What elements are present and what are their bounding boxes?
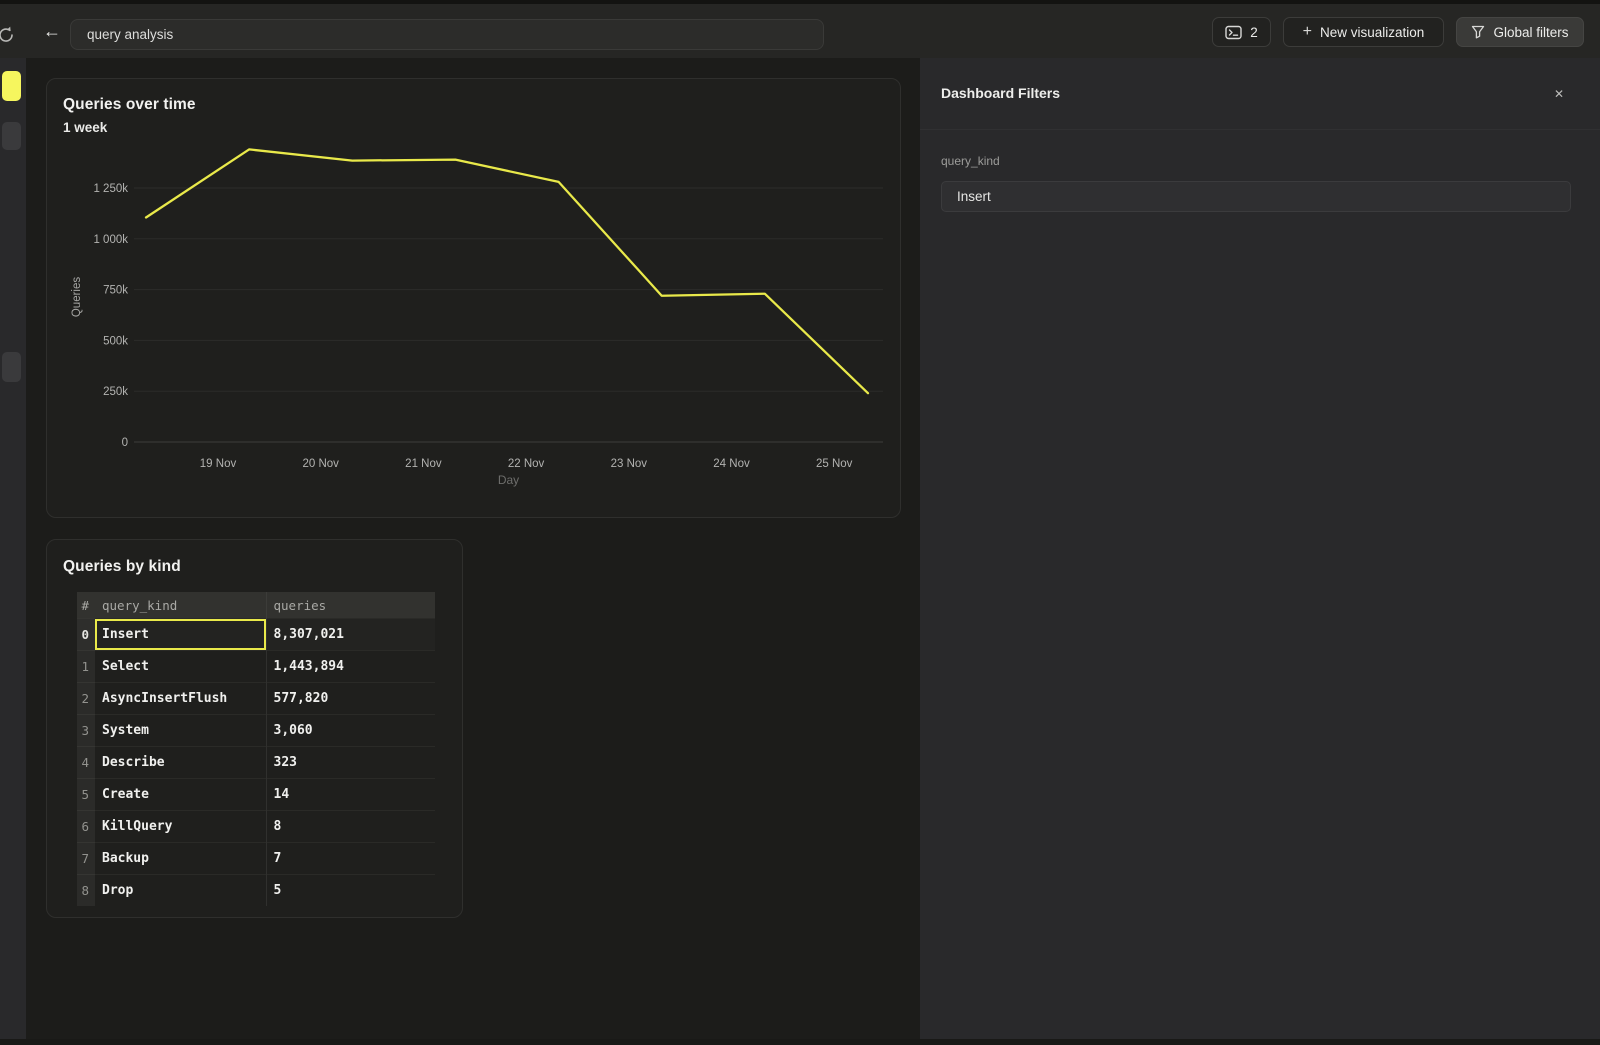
- app-window: ← 2 + New visualization Global filters: [0, 0, 1600, 1045]
- console-icon: [1225, 25, 1242, 40]
- x-axis-tick-label: 21 Nov: [405, 458, 442, 470]
- back-button[interactable]: ←: [40, 19, 64, 43]
- column-header-query-kind[interactable]: query_kind: [95, 592, 266, 619]
- table-row: 5Create14: [77, 779, 435, 811]
- queries-by-kind-table: # query_kind queries 0Insert8,307,0211Se…: [77, 592, 435, 906]
- column-header-index[interactable]: #: [77, 592, 95, 619]
- sidebar-item-2[interactable]: [2, 122, 21, 150]
- plus-icon: +: [1303, 23, 1312, 41]
- queries-by-kind-card: Queries by kind # query_kind queries 0In…: [46, 539, 463, 918]
- table-row: 6KillQuery8: [77, 811, 435, 843]
- x-axis-title: Day: [498, 473, 519, 487]
- global-filters-button[interactable]: Global filters: [1456, 17, 1584, 47]
- row-index: 4: [77, 747, 95, 779]
- table-row: 1Select1,443,894: [77, 651, 435, 683]
- row-index: 1: [77, 651, 95, 683]
- row-index: 8: [77, 875, 95, 907]
- y-axis-tick-label: 1 250k: [93, 183, 128, 195]
- cell-queries[interactable]: 577,820: [266, 683, 435, 715]
- cell-queries[interactable]: 7: [266, 843, 435, 875]
- y-axis-tick-label: 250k: [103, 386, 128, 398]
- x-axis-tick-label: 24 Nov: [713, 458, 750, 470]
- table-row: 8Drop5: [77, 875, 435, 907]
- cell-query-kind[interactable]: Describe: [95, 747, 266, 779]
- cell-query-kind[interactable]: Drop: [95, 875, 266, 907]
- x-axis-tick-label: 20 Nov: [302, 458, 339, 470]
- table-row: 4Describe323: [77, 747, 435, 779]
- cell-queries[interactable]: 5: [266, 875, 435, 907]
- x-axis-tick-label: 23 Nov: [611, 458, 648, 470]
- table-title: Queries by kind: [63, 558, 181, 576]
- window-bottom-edge: [0, 1039, 1600, 1045]
- row-index: 6: [77, 811, 95, 843]
- table-row: 0Insert8,307,021: [77, 619, 435, 651]
- cell-query-kind[interactable]: KillQuery: [95, 811, 266, 843]
- cell-query-kind[interactable]: Backup: [95, 843, 266, 875]
- y-axis-tick-label: 500k: [103, 335, 128, 347]
- table-header-row: # query_kind queries: [77, 592, 435, 619]
- filters-panel-header: Dashboard Filters ✕: [920, 58, 1600, 130]
- close-icon[interactable]: ✕: [1550, 85, 1568, 103]
- cell-query-kind[interactable]: System: [95, 715, 266, 747]
- cell-queries[interactable]: 14: [266, 779, 435, 811]
- table-row: 2AsyncInsertFlush577,820: [77, 683, 435, 715]
- top-bar: ← 2 + New visualization Global filters: [0, 4, 1600, 58]
- x-axis-tick-label: 19 Nov: [200, 458, 237, 470]
- sidebar-item-3[interactable]: [2, 352, 21, 382]
- row-index: 7: [77, 843, 95, 875]
- query-kind-filter-input[interactable]: [941, 181, 1571, 212]
- cell-queries[interactable]: 3,060: [266, 715, 435, 747]
- new-visualization-button[interactable]: + New visualization: [1283, 17, 1444, 47]
- table-row: 3System3,060: [77, 715, 435, 747]
- cell-queries[interactable]: 8: [266, 811, 435, 843]
- y-axis-tick-label: 750k: [103, 285, 128, 297]
- cell-queries[interactable]: 8,307,021: [266, 619, 435, 651]
- row-index: 5: [77, 779, 95, 811]
- global-filters-label: Global filters: [1493, 25, 1568, 40]
- column-header-queries[interactable]: queries: [266, 592, 435, 619]
- cell-query-kind[interactable]: Select: [95, 651, 266, 683]
- new-visualization-label: New visualization: [1320, 25, 1424, 40]
- dashboard-title-input[interactable]: [70, 19, 824, 50]
- filters-panel-title: Dashboard Filters: [941, 85, 1060, 101]
- cell-query-kind[interactable]: Insert: [95, 619, 266, 651]
- sidebar-item-dashboard-active[interactable]: [2, 71, 21, 101]
- row-index: 3: [77, 715, 95, 747]
- row-index: 0: [77, 619, 95, 651]
- x-axis-tick-label: 22 Nov: [508, 458, 545, 470]
- table-row: 7Backup7: [77, 843, 435, 875]
- row-index: 2: [77, 683, 95, 715]
- left-sidebar: [0, 58, 26, 1039]
- sql-console-button[interactable]: 2: [1212, 17, 1271, 47]
- y-axis-tick-label: 1 000k: [93, 234, 128, 246]
- filter-field-label: query_kind: [941, 154, 1000, 168]
- y-axis-title: Queries: [71, 277, 83, 318]
- chart-line-series: [146, 149, 868, 393]
- refresh-icon[interactable]: [0, 24, 17, 46]
- cell-query-kind[interactable]: Create: [95, 779, 266, 811]
- y-axis-tick-label: 0: [122, 437, 128, 449]
- console-count-badge: 2: [1250, 25, 1258, 40]
- cell-queries[interactable]: 323: [266, 747, 435, 779]
- dashboard-filters-panel: Dashboard Filters ✕ query_kind: [920, 58, 1600, 1039]
- queries-over-time-card: Queries over time 1 week 0250k500k750k1 …: [46, 78, 901, 518]
- x-axis-tick-label: 25 Nov: [816, 458, 853, 470]
- cell-query-kind[interactable]: AsyncInsertFlush: [95, 683, 266, 715]
- cell-queries[interactable]: 1,443,894: [266, 651, 435, 683]
- filter-funnel-icon: [1471, 25, 1485, 39]
- queries-over-time-chart[interactable]: 0 250k 500k 750k 1 000k 1 250k 19 Nov 20 Nov 21 …: [47, 79, 902, 519]
